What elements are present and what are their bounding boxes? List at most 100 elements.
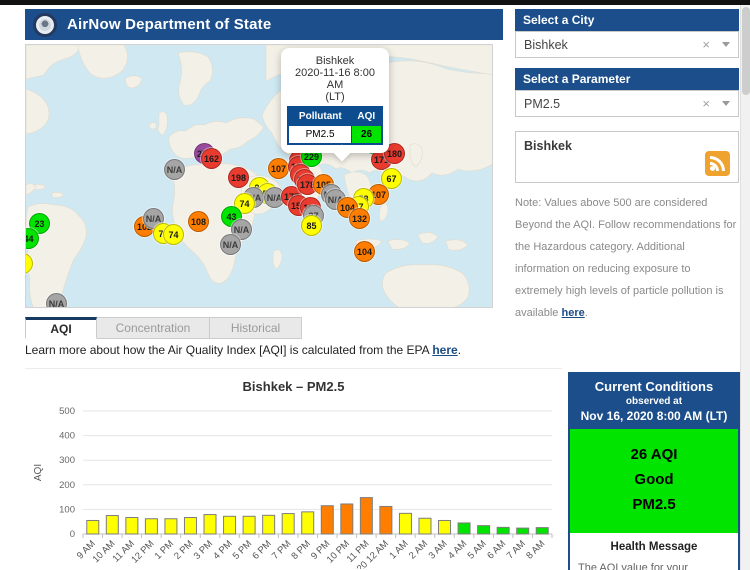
bar-12 PM[interactable] [145,519,157,534]
world-aqi-map[interactable]: 2344N/A102N/A7374108272162N/A1981079455N… [25,44,493,308]
popup-datetime: 2020-11-16 8:00 AM [287,67,383,91]
bar-11 PM[interactable] [360,498,372,534]
x-tick-label: 4 PM [211,538,235,562]
cc-health-title: Health Message [578,541,730,553]
aqi-marker[interactable]: 132 [349,208,370,229]
scrollbar-thumb[interactable] [742,7,750,95]
x-tick-label: 5 AM [466,538,489,561]
cc-aqi-box: 26 AQI Good PM2.5 [570,429,738,533]
y-axis-label: AQI [33,464,44,481]
bar-11/17/2020 12 AM[interactable] [380,506,392,534]
aqi-marker[interactable]: 104 [354,241,375,262]
chart-title: Bishkek – PM2.5 [25,379,562,394]
y-tick-label: 100 [59,504,75,515]
rss-icon[interactable] [705,151,730,176]
popup-aqi-value: 26 [352,126,382,145]
parameter-chevron-down-icon[interactable] [722,101,730,106]
aqi-marker[interactable]: 74 [163,224,184,245]
aqi-marker[interactable]: N/A [220,234,241,255]
bar-5 AM[interactable] [478,526,490,534]
popup-timezone: (LT) [287,91,383,103]
tab-aqi[interactable]: AQI [25,317,97,339]
parameter-select-value: PM2.5 [524,97,702,111]
city-feed-box: Bishkek [515,131,739,183]
bar-11 AM[interactable] [126,518,138,534]
bar-6 PM[interactable] [263,515,275,534]
cc-health-message: Health Message The AQI value for your co… [570,533,738,570]
bar-1 AM[interactable] [399,513,411,534]
page: AirNow Department of State [0,0,750,570]
x-tick-label: 12 PM [129,538,156,565]
x-tick-label: 8 PM [289,538,313,562]
aqi-marker[interactable]: 85 [301,215,322,236]
bar-10 AM[interactable] [106,516,118,534]
note-prefix: Note: Values above 500 are considered Be… [515,197,736,319]
bar-2 AM[interactable] [419,518,431,534]
y-tick-label: 200 [59,480,75,491]
aqi-marker[interactable]: 162 [201,148,222,169]
aqi-marker[interactable]: N/A [164,159,185,180]
bar-8 PM[interactable] [302,512,314,534]
x-tick-label: 1 AM [387,538,410,561]
bar-6 AM[interactable] [497,527,509,534]
bar-7 PM[interactable] [282,514,294,534]
cc-aqi-value: 26 AQI [574,443,734,468]
x-tick-label: 3 AM [427,538,450,561]
city-chevron-down-icon[interactable] [722,42,730,47]
x-tick-label: 1 PM [153,538,177,562]
current-conditions-panel: Current Conditions observed at Nov 16, 2… [568,372,740,570]
tab-concentration[interactable]: Concentration [97,317,210,339]
bar-9 AM[interactable] [87,520,99,534]
aqi-marker[interactable]: N/A [46,293,67,308]
popup-pollutant-value: PM2.5 [288,126,352,145]
y-tick-label: 300 [59,455,75,466]
scrollbar[interactable] [740,5,750,570]
bar-4 PM[interactable] [224,516,236,534]
cc-pollutant: PM2.5 [574,493,734,518]
state-department-seal-icon [33,13,57,37]
popup-col-pollutant: Pollutant [288,107,352,126]
parameter-select[interactable]: PM2.5 × [515,90,739,117]
popup-col-aqi: AQI [352,107,382,126]
note-text: Note: Values above 500 are considered Be… [515,192,741,324]
bar-9 PM[interactable] [321,506,333,534]
epa-here-link[interactable]: here [432,343,457,357]
x-tick-label: 2 PM [172,538,196,562]
x-tick-label: 10 AM [91,538,118,565]
bar-1 PM[interactable] [165,519,177,534]
tab-historical[interactable]: Historical [210,317,302,339]
current-conditions-header: Current Conditions observed at Nov 16, 2… [570,374,738,429]
bar-7 AM[interactable] [517,528,529,534]
aqi-marker[interactable]: 198 [228,167,249,188]
bar-2 PM[interactable] [184,518,196,534]
popup-table: Pollutant AQI PM2.5 26 [287,106,383,145]
x-tick-label: 2 AM [407,538,430,561]
chart-plot-area: 0100200300400500AQI9 AM10 AM11 AM12 PM1 … [25,369,562,569]
bar-10 PM[interactable] [341,504,353,534]
popup-city: Bishkek [287,55,383,67]
bar-3 PM[interactable] [204,515,216,534]
bar-8 AM[interactable] [536,528,548,534]
x-tick-label: 6 PM [250,538,274,562]
learn-more-suffix: . [458,343,461,357]
bar-4 AM[interactable] [458,523,470,534]
bar-5 PM[interactable] [243,516,255,534]
y-tick-label: 400 [59,431,75,442]
map-popup: Bishkek 2020-11-16 8:00 AM (LT) Pollutan… [281,48,389,153]
cc-observed-at: observed at [574,396,734,407]
bar-3 AM[interactable] [439,520,451,534]
city-select[interactable]: Bishkek × [515,31,739,58]
aqi-marker[interactable]: 108 [188,211,209,232]
cc-datetime: Nov 16, 2020 8:00 AM (LT) [574,409,734,423]
city-clear-icon[interactable]: × [702,37,710,52]
tab-bar: AQI Concentration Historical [25,317,302,339]
parameter-clear-icon[interactable]: × [702,96,710,111]
browser-top-bar [0,0,750,5]
learn-more-text: Learn more about how the Air Quality Ind… [25,343,461,357]
aqi-bar-chart: Bishkek – PM2.5 0100200300400500AQI9 AM1… [25,368,562,568]
note-here-link[interactable]: here [561,307,584,319]
select-city-header: Select a City [515,9,739,31]
app-header: AirNow Department of State [25,9,503,40]
note-suffix: . [585,307,588,319]
aqi-marker[interactable]: 107 [268,158,289,179]
